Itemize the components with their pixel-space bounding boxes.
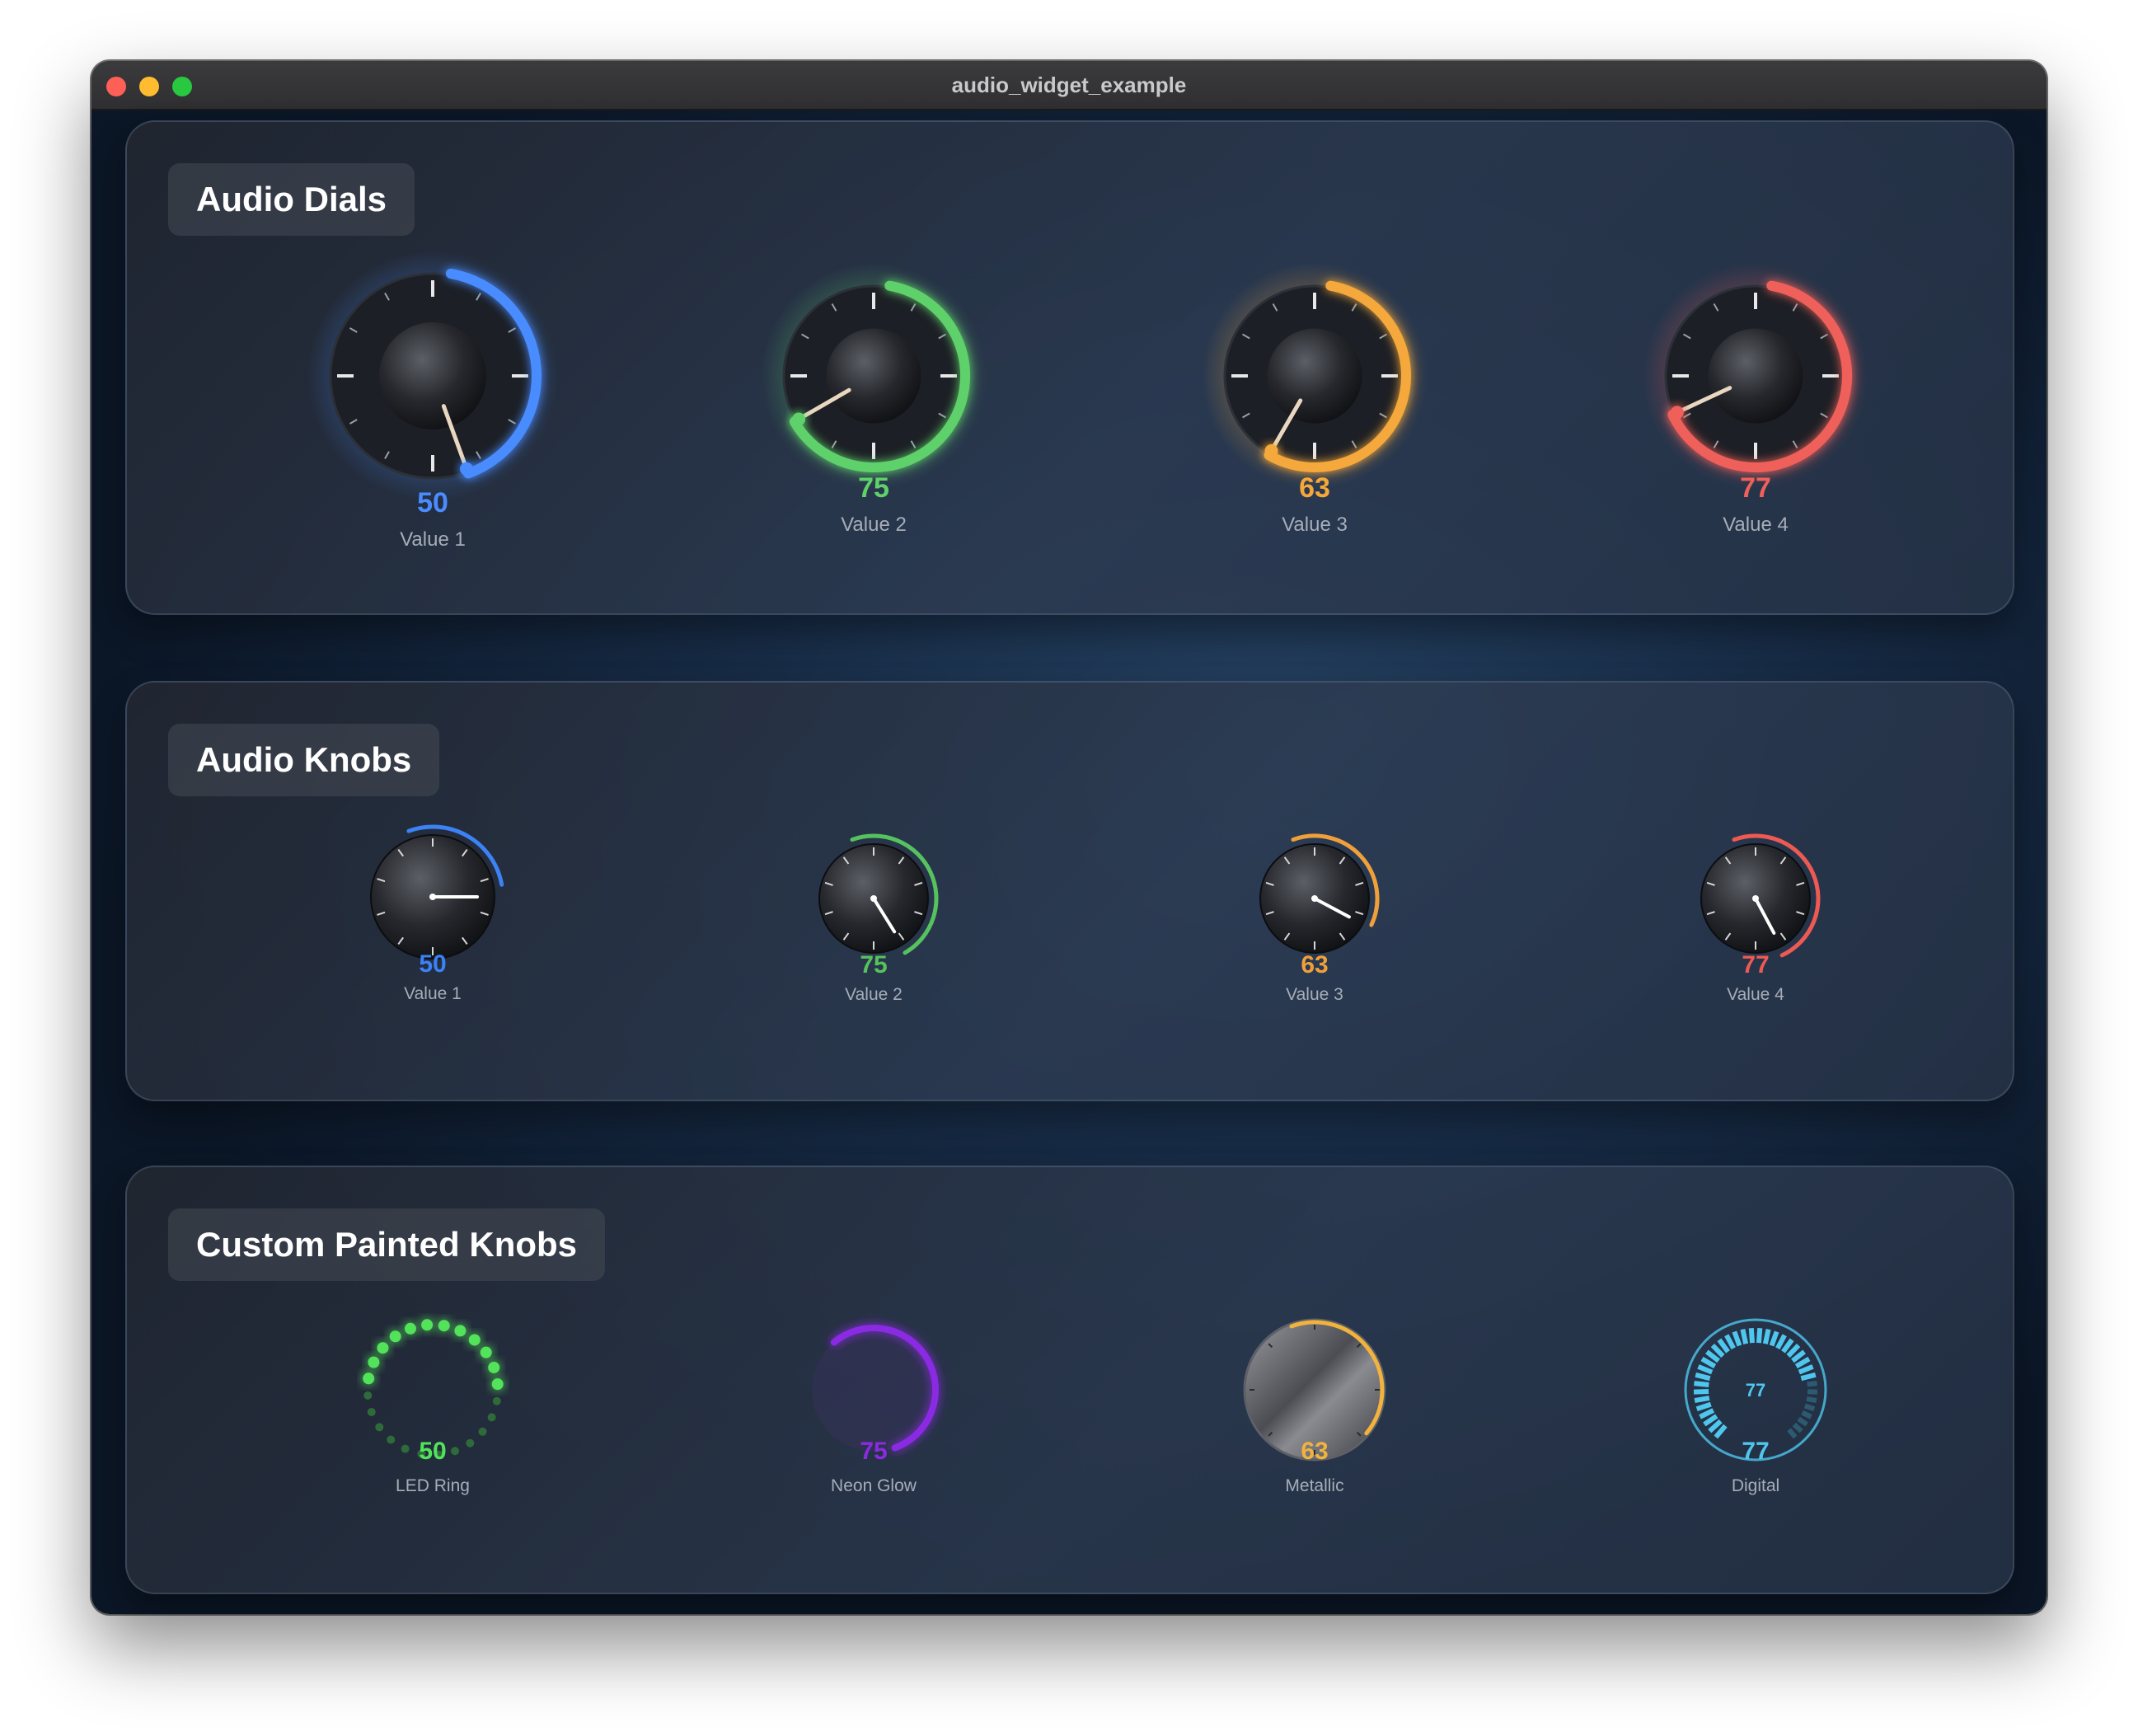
- audio-knob-3[interactable]: 63 Value 3: [1150, 819, 1479, 1035]
- window-title: audio_widget_example: [951, 73, 1187, 97]
- custom-knob-digital-label: Digital: [1731, 1476, 1780, 1495]
- audio-dial-4-graphic: [1643, 263, 1868, 489]
- audio-dial-2-graphic: [761, 263, 987, 489]
- audio-dial-4-value: 77: [1740, 472, 1771, 504]
- audio-knob-3-value: 63: [1301, 951, 1329, 978]
- custom-knob-neon-value: 75: [860, 1438, 888, 1465]
- app-window: audio_widget_example Audio Dials 50 Value…: [91, 61, 2047, 1614]
- audio-knob-4[interactable]: 77 Value 4: [1591, 819, 1920, 1035]
- audio-dial-2-label: Value 2: [841, 514, 907, 536]
- audio-dial-3[interactable]: 63 Value 3: [1150, 256, 1479, 563]
- audio-knob-2-label: Value 2: [845, 985, 903, 1004]
- audio-dial-3-value: 63: [1299, 472, 1330, 504]
- audio-knob-1[interactable]: 50 Value 1: [268, 810, 598, 1034]
- custom-knob-led[interactable]: 50 LED Ring: [268, 1295, 598, 1526]
- audio-knob-2[interactable]: 75 Value 2: [709, 819, 1039, 1035]
- custom-knob-metallic-value: 63: [1301, 1438, 1329, 1465]
- audio-dial-3-graphic: [1202, 263, 1428, 489]
- audio-dial-1-value: 50: [417, 487, 448, 518]
- custom-knob-metallic[interactable]: 63 Metallic: [1150, 1295, 1479, 1526]
- title-bar: audio_widget_example: [91, 61, 2047, 110]
- audio-knob-2-value: 75: [860, 951, 888, 978]
- audio-dial-1-label: Value 1: [400, 528, 466, 551]
- audio-dial-2-value: 75: [858, 472, 889, 504]
- custom-knob-led-value: 50: [419, 1438, 447, 1465]
- audio-dial-1-graphic: [307, 251, 558, 501]
- audio-dial-1[interactable]: 50 Value 1: [268, 244, 598, 578]
- digital-center-readout: 77: [1746, 1380, 1765, 1401]
- audio-knob-1-value: 50: [419, 950, 447, 978]
- custom-knob-digital[interactable]: 77 77 Digital: [1591, 1295, 1920, 1526]
- audio-dial-3-label: Value 3: [1282, 514, 1348, 536]
- custom-knob-neon[interactable]: 75 Neon Glow: [709, 1295, 1039, 1526]
- audio-knobs-heading: Audio Knobs: [168, 724, 440, 796]
- audio-knob-4-value: 77: [1742, 951, 1770, 978]
- audio-knob-1-label: Value 1: [404, 984, 462, 1003]
- audio-knob-4-label: Value 4: [1727, 985, 1784, 1004]
- audio-dial-2[interactable]: 75 Value 2: [709, 256, 1039, 563]
- custom-knob-metallic-label: Metallic: [1285, 1476, 1344, 1495]
- custom-knobs-panel: Custom Painted Knobs 50 LED Ring 75 Neon Gl…: [125, 1166, 2014, 1594]
- audio-dials-heading: Audio Dials: [168, 163, 415, 236]
- audio-dial-4[interactable]: 77 Value 4: [1591, 256, 1920, 563]
- audio-knobs-panel: Audio Knobs 50 Value 1 75 Value 2 63 Value 3 7…: [125, 681, 2014, 1101]
- custom-knob-neon-label: Neon Glow: [831, 1476, 917, 1495]
- audio-knob-3-label: Value 3: [1286, 985, 1343, 1004]
- custom-knobs-heading: Custom Painted Knobs: [168, 1208, 606, 1281]
- audio-dial-4-label: Value 4: [1723, 514, 1789, 536]
- audio-dials-panel: Audio Dials 50 Value 1 75 Value 2 63 Value 3 7…: [125, 120, 2014, 615]
- custom-knob-led-label: LED Ring: [396, 1476, 470, 1495]
- custom-knob-digital-value: 77: [1742, 1438, 1770, 1465]
